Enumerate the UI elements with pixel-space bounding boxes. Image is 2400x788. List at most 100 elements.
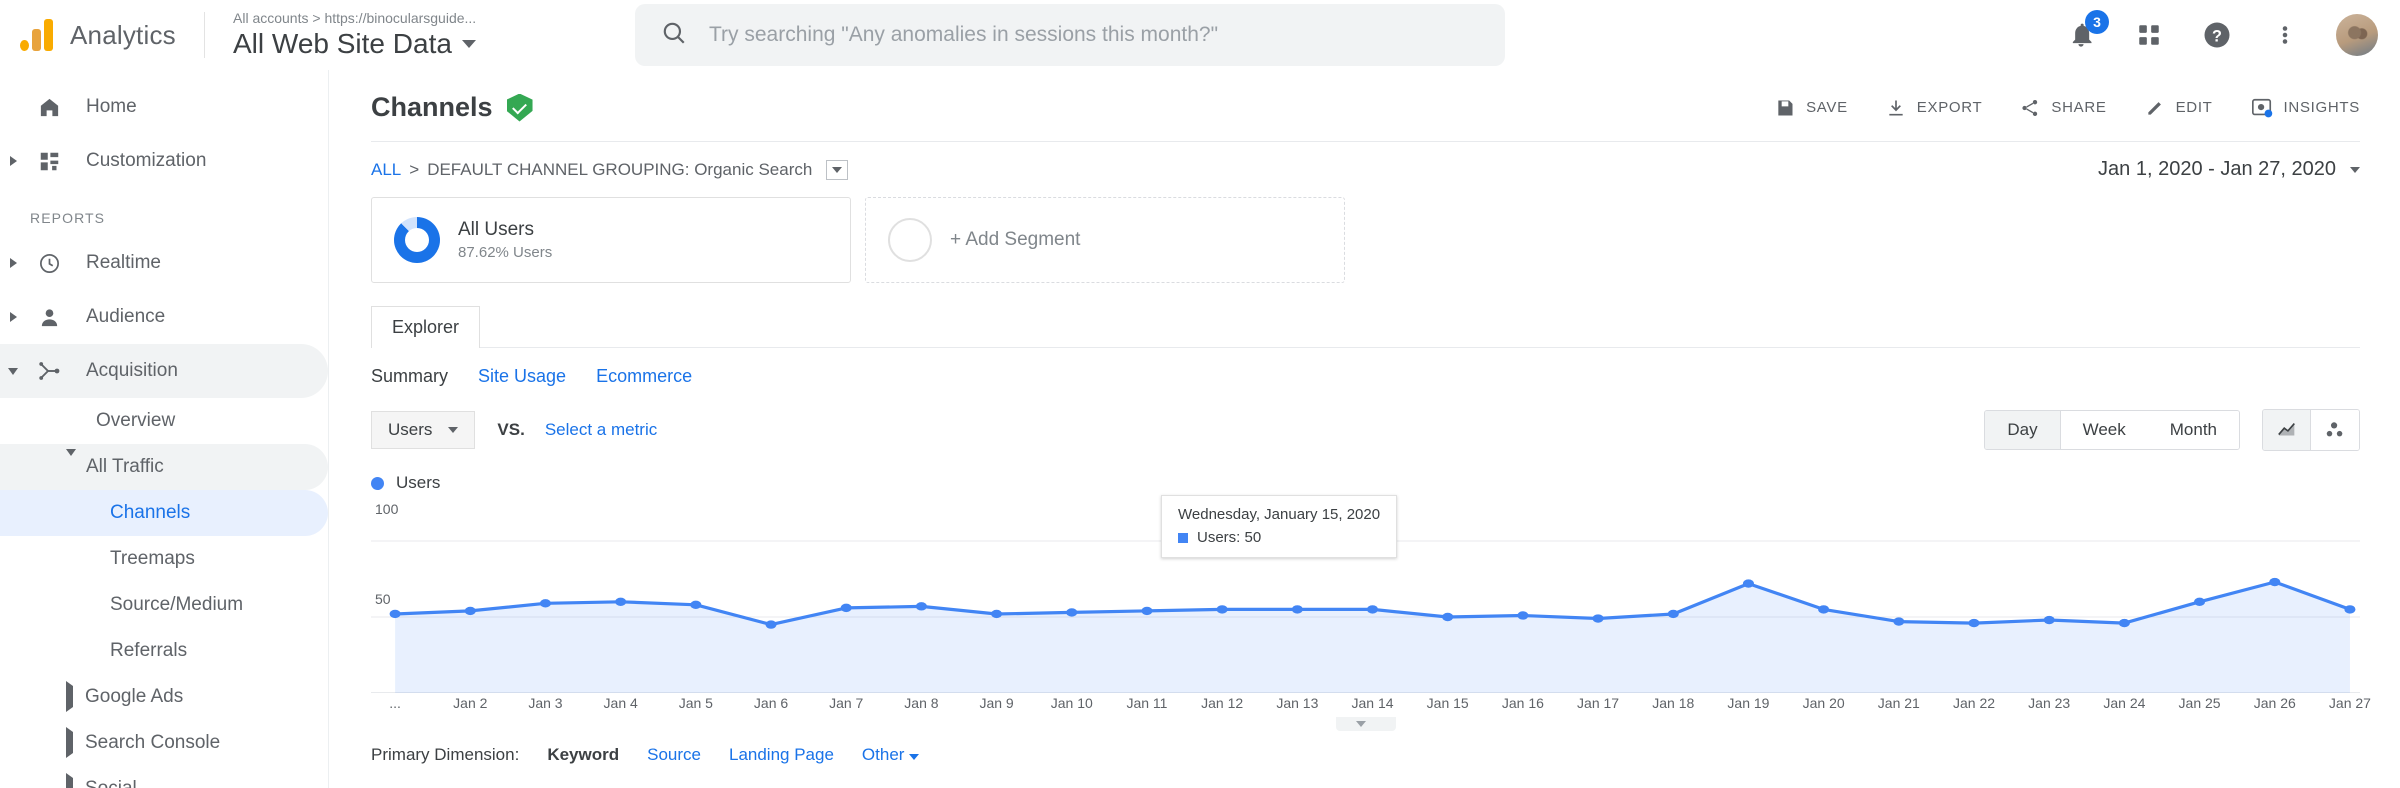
save-label: SAVE <box>1806 99 1848 116</box>
brand-logo-area[interactable]: Analytics <box>0 15 200 55</box>
x-axis-tick: Jan 13 <box>1276 695 1319 711</box>
expand-arrow-icon[interactable] <box>66 773 73 788</box>
sidebar-item-audience[interactable]: Audience <box>0 290 328 344</box>
home-icon <box>26 96 72 119</box>
sidebar-item-label: Realtime <box>86 252 161 273</box>
x-axis-tick: Jan 22 <box>1952 695 1996 711</box>
tooltip-date: Wednesday, January 15, 2020 <box>1178 506 1381 523</box>
sidebar-item-label: Home <box>86 96 137 117</box>
date-range-selector[interactable]: Jan 1, 2020 - Jan 27, 2020 <box>2098 158 2360 181</box>
expand-arrow-icon[interactable] <box>0 156 26 166</box>
filter-row: ALL > DEFAULT CHANNEL GROUPING: Organic … <box>329 142 2400 181</box>
sidebar-item-social[interactable]: Social <box>0 766 328 788</box>
sidebar-item-label: Source/Medium <box>110 594 244 615</box>
x-axis-tick: Jan 4 <box>603 695 638 711</box>
apps-grid-icon[interactable] <box>2132 18 2166 52</box>
breadcrumb-all[interactable]: ALL <box>371 160 401 180</box>
x-axis-tick: Jan 25 <box>2178 695 2221 711</box>
chevron-down-icon <box>448 427 459 433</box>
vs-label: VS. <box>497 420 525 439</box>
collapse-arrow-icon[interactable] <box>66 449 76 478</box>
collapse-arrow-icon[interactable] <box>0 367 26 375</box>
sidebar-item-label: Google Ads <box>85 686 184 707</box>
sidebar-item-search-console[interactable]: Search Console <box>0 720 328 766</box>
add-segment-button[interactable]: + Add Segment <box>865 197 1345 283</box>
insights-button[interactable]: INSIGHTS <box>2251 97 2360 119</box>
tab-summary[interactable]: Summary <box>371 366 448 387</box>
granularity-week[interactable]: Week <box>2060 411 2148 449</box>
x-axis-tick: Jan 19 <box>1727 695 1770 711</box>
google-analytics-logo-icon <box>18 15 58 55</box>
search-input[interactable] <box>709 23 1479 47</box>
y-axis-tick-100: 100 <box>375 501 399 517</box>
x-axis-tick: Jan 27 <box>2328 695 2371 711</box>
dimension-landing-page[interactable]: Landing Page <box>729 745 834 765</box>
export-download-icon <box>1889 100 1903 115</box>
sidebar-item-realtime[interactable]: Realtime <box>0 236 328 290</box>
svg-text:?: ? <box>2212 27 2222 45</box>
expand-arrow-icon[interactable] <box>66 727 73 758</box>
filter-breadcrumb[interactable]: ALL > DEFAULT CHANNEL GROUPING: Organic … <box>371 159 849 180</box>
breadcrumb-dropdown-icon[interactable] <box>826 159 849 180</box>
sidebar-item-source-medium[interactable]: Source/Medium <box>0 582 328 628</box>
sidebar-section-reports: REPORTS <box>30 210 106 226</box>
granularity-day[interactable]: Day <box>1985 411 2061 449</box>
analytics-app: Analytics All accounts > https://binocul… <box>0 0 2400 788</box>
save-button[interactable]: SAVE <box>1775 98 1848 118</box>
sidebar-item-label: Customization <box>86 150 207 171</box>
chart-resize-handle[interactable] <box>1335 717 1396 731</box>
sidebar-item-channels[interactable]: Channels <box>0 490 328 536</box>
tab-site-usage[interactable]: Site Usage <box>478 366 566 387</box>
breadcrumb-current: DEFAULT CHANNEL GROUPING: Organic Search <box>427 159 813 179</box>
property-view-name[interactable]: All Web Site Data <box>233 28 625 60</box>
dimension-keyword[interactable]: Keyword <box>547 745 619 765</box>
edit-button[interactable]: EDIT <box>2145 98 2213 118</box>
account-selector[interactable]: All accounts > https://binocularsguide..… <box>205 10 625 60</box>
more-vertical-icon[interactable] <box>2268 18 2302 52</box>
users-line-chart[interactable]: 100 50 Wednesday, January 15, 2020 Users… <box>371 495 2360 693</box>
select-a-metric-link[interactable]: Select a metric <box>545 420 657 440</box>
search-box[interactable] <box>635 4 1505 66</box>
export-button[interactable]: EXPORT <box>1886 98 1983 118</box>
tab-ecommerce[interactable]: Ecommerce <box>596 366 692 387</box>
sidebar-item-google-ads[interactable]: Google Ads <box>0 674 328 720</box>
help-circle-icon[interactable]: ? <box>2200 18 2234 52</box>
empty-ring-icon <box>888 218 932 262</box>
left-sidebar: Home Customization REPORTS Realtime Audi… <box>0 70 328 788</box>
x-axis-tick: Jan 9 <box>979 695 1014 711</box>
sidebar-item-acquisition[interactable]: Acquisition <box>0 344 328 398</box>
chart-controls-row: Users VS. Select a metric Day Week Month <box>329 387 2400 451</box>
sidebar-item-referrals[interactable]: Referrals <box>0 628 328 674</box>
chart-tooltip: Wednesday, January 15, 2020 Users: 50 <box>1161 495 1398 558</box>
user-avatar[interactable] <box>2336 14 2378 56</box>
notifications-bell-icon[interactable]: 3 <box>2064 10 2109 52</box>
sidebar-item-treemaps[interactable]: Treemaps <box>0 536 328 582</box>
metric-selector[interactable]: Users <box>371 411 476 449</box>
dimension-source[interactable]: Source <box>647 745 701 765</box>
expand-arrow-icon[interactable] <box>0 258 26 268</box>
sidebar-item-home[interactable]: Home <box>0 80 328 134</box>
dimension-other[interactable]: Other <box>862 745 920 765</box>
granularity-month[interactable]: Month <box>2147 411 2239 449</box>
x-axis-tick: Jan 7 <box>829 695 864 711</box>
sidebar-item-all-traffic[interactable]: All Traffic <box>0 444 328 490</box>
share-label: SHARE <box>2051 99 2107 116</box>
line-chart-icon[interactable] <box>2263 410 2311 450</box>
share-button[interactable]: SHARE <box>2020 98 2106 118</box>
segment-all-users[interactable]: All Users 87.62% Users <box>371 197 851 283</box>
sidebar-item-overview[interactable]: Overview <box>0 398 328 444</box>
tooltip-value-row: Users: 50 <box>1178 529 1380 546</box>
motion-chart-icon[interactable] <box>2311 410 2359 450</box>
tooltip-value: Users: 50 <box>1197 529 1262 546</box>
x-axis-tick: Jan 8 <box>904 695 939 711</box>
x-axis-tick: Jan 10 <box>1050 695 1093 711</box>
expand-arrow-icon[interactable] <box>0 312 26 322</box>
expand-arrow-icon[interactable] <box>66 681 73 712</box>
sidebar-item-customization[interactable]: Customization <box>0 134 328 188</box>
x-axis-tick: Jan 26 <box>2253 695 2296 711</box>
x-axis-tick: Jan 24 <box>2103 695 2146 711</box>
tab-explorer[interactable]: Explorer <box>371 306 481 348</box>
notification-count-badge: 3 <box>2085 10 2109 34</box>
page-header: Channels SAVE EXPORT SHARE EDIT INSIGHTS <box>329 70 2400 123</box>
x-axis-tick: Jan 16 <box>1501 695 1544 711</box>
